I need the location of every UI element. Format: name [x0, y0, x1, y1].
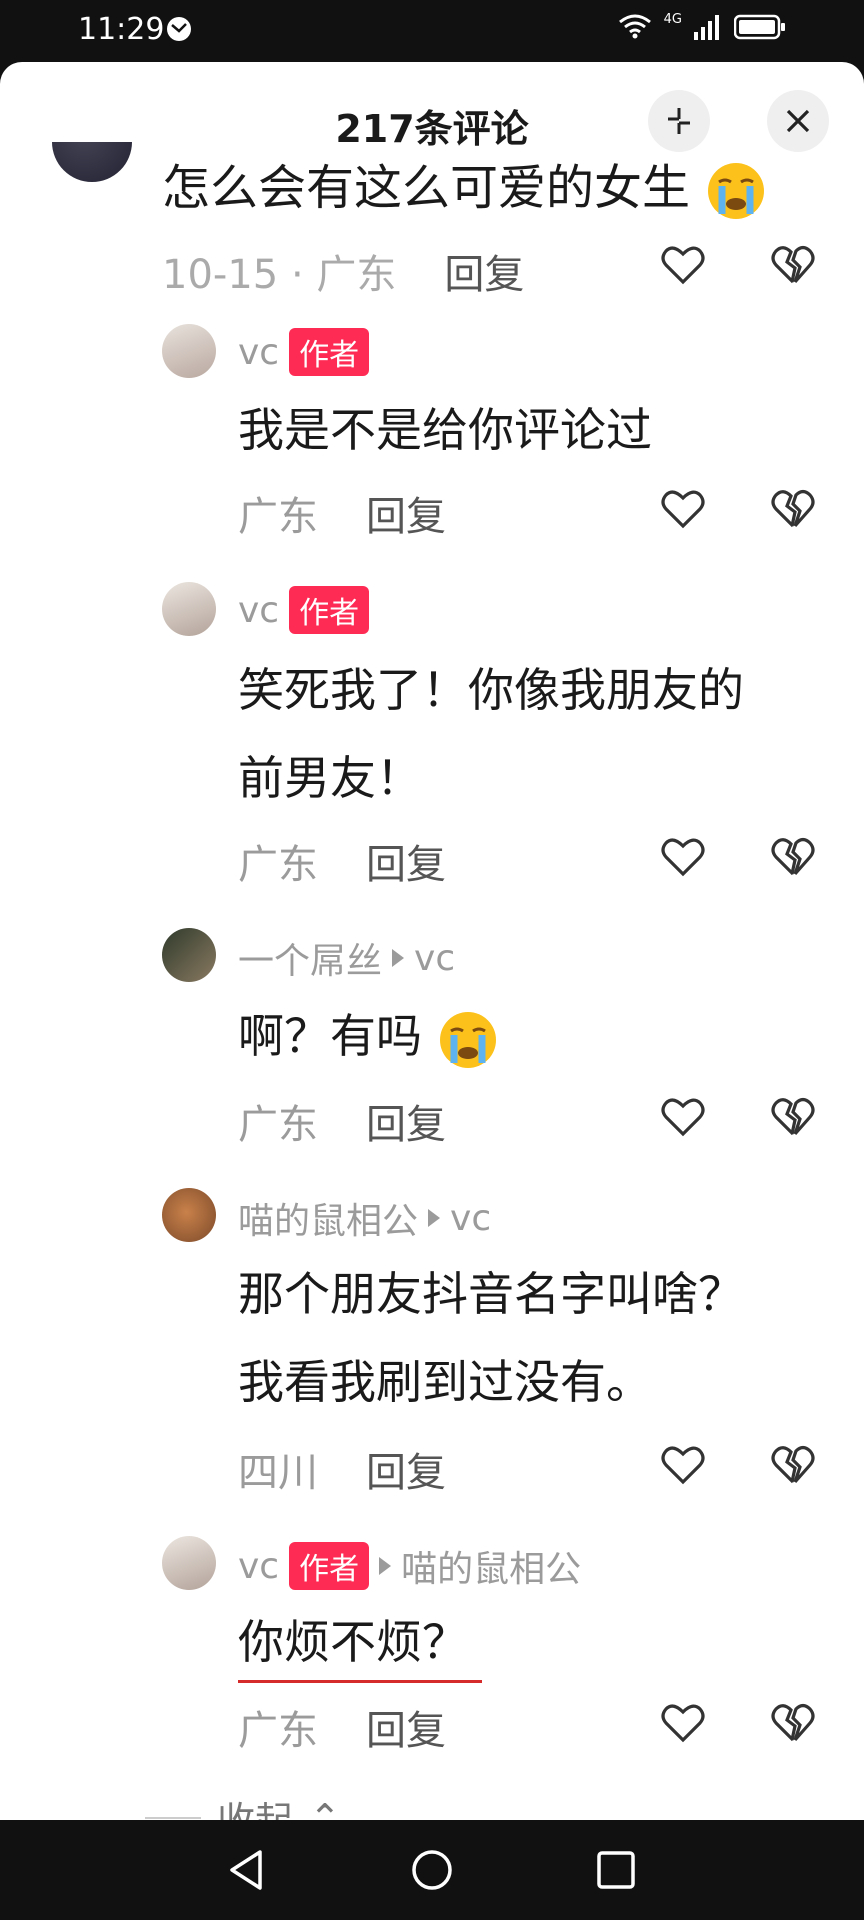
avatar[interactable] [162, 324, 216, 378]
home-icon[interactable] [406, 1844, 458, 1896]
recents-icon[interactable] [590, 1844, 642, 1896]
author-badge: 作者 [289, 328, 370, 376]
status-time: 11:29 [78, 12, 165, 47]
network-type: 4G [663, 12, 682, 27]
comment-meta: 四川 回复 [238, 1440, 446, 1498]
dislike-broken-heart-icon[interactable] [770, 1094, 816, 1140]
comment-meta: 10-15 · 广东 回复 [162, 242, 524, 300]
comment-meta: 广东 回复 [238, 1092, 446, 1150]
reply-to-arrow-icon [379, 1557, 392, 1575]
reply-button[interactable]: 回复 [366, 1440, 446, 1498]
like-heart-icon[interactable] [660, 1700, 706, 1746]
reply-author: 一个屌丝 vc [238, 937, 456, 983]
status-bar: 11:29 4G [0, 0, 864, 62]
minimize-button[interactable] [648, 90, 710, 152]
chevron-up-icon: ⌃ [309, 1795, 341, 1821]
comment-text: 那个朋友抖音名字叫啥？ 我看我刷到过没有。 [238, 1267, 744, 1409]
signal-icon [694, 15, 719, 40]
minimize-icon [668, 108, 690, 134]
crying-emoji-icon [708, 163, 765, 219]
reply-button[interactable]: 回复 [366, 1698, 446, 1756]
like-heart-icon[interactable] [660, 834, 706, 880]
like-heart-icon[interactable] [660, 486, 706, 532]
back-icon[interactable] [222, 1844, 274, 1896]
dislike-broken-heart-icon[interactable] [770, 242, 816, 288]
reply-to-arrow-icon [392, 949, 405, 967]
wifi-icon [618, 14, 651, 39]
avatar[interactable] [162, 1188, 216, 1242]
comment-meta: 广东 回复 [238, 1698, 446, 1756]
reply-author: vc 作者 [238, 328, 370, 376]
reply-button[interactable]: 回复 [366, 832, 446, 890]
crying-emoji-icon [439, 1011, 496, 1068]
reply-author: vc 作者 [238, 586, 370, 634]
reply-author: 喵的鼠相公 vc [238, 1197, 492, 1243]
comment-text: 笑死我了！你像我朋友的 前男友！ [238, 663, 744, 805]
comment-meta: 广东 回复 [238, 832, 446, 890]
collapse-replies-button[interactable]: 收起 ⌃ [145, 1790, 341, 1820]
comment-text: 我是不是给你评论过 [238, 403, 652, 457]
author-badge: 作者 [289, 1542, 370, 1590]
avatar[interactable] [162, 1536, 216, 1590]
red-underline-annotation [238, 1680, 482, 1683]
battery-icon [734, 14, 785, 40]
close-icon [786, 109, 810, 133]
like-heart-icon[interactable] [660, 1442, 706, 1488]
reply-button[interactable]: 回复 [444, 242, 524, 300]
app-notification-icon [167, 17, 191, 41]
reply-button[interactable]: 回复 [366, 484, 446, 542]
comment-text: 怎么会有这么可爱的女生 [162, 152, 767, 224]
reply-author: vc 作者 喵的鼠相公 [238, 1540, 581, 1592]
avatar[interactable] [162, 928, 216, 982]
dislike-broken-heart-icon[interactable] [770, 834, 816, 880]
comment-meta: 广东 回复 [238, 484, 446, 542]
dislike-broken-heart-icon[interactable] [770, 486, 816, 532]
comment-text: 啊？有吗 [238, 992, 828, 1080]
like-heart-icon[interactable] [660, 1094, 706, 1140]
reply-button[interactable]: 回复 [366, 1092, 446, 1150]
avatar[interactable] [162, 582, 216, 636]
comments-sheet: 217条评论 怎么会有这么可爱的女生 10-15 · 广东 回复 vc 作者 我… [0, 62, 864, 1820]
comment-text: 你烦不烦？ [238, 1615, 468, 1669]
like-heart-icon[interactable] [660, 242, 706, 288]
author-badge: 作者 [289, 586, 370, 634]
reply-to-arrow-icon [428, 1209, 441, 1227]
dislike-broken-heart-icon[interactable] [770, 1700, 816, 1746]
dislike-broken-heart-icon[interactable] [770, 1442, 816, 1488]
close-button[interactable] [767, 90, 829, 152]
system-navigation-bar [0, 1820, 864, 1920]
